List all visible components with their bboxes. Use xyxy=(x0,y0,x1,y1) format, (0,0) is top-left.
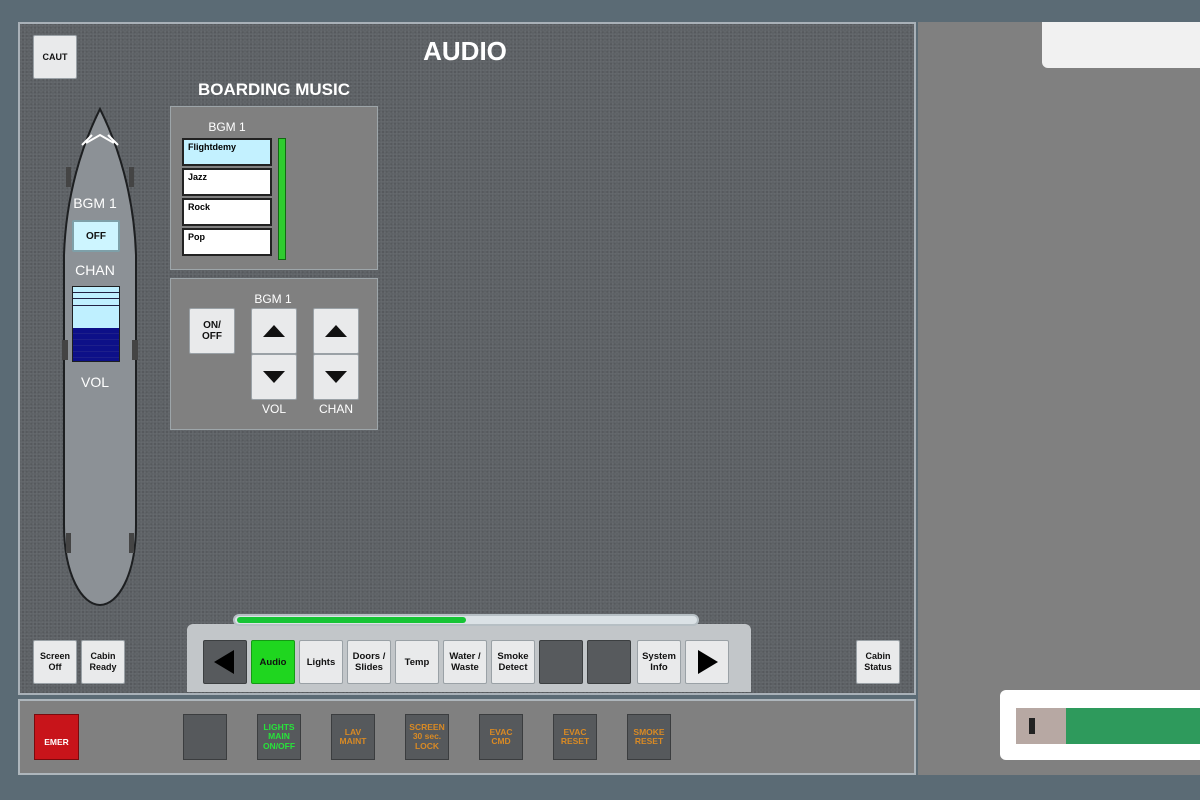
arrow-down-icon xyxy=(325,371,347,383)
arrow-down-icon xyxy=(263,371,285,383)
nav-system-info[interactable]: System Info xyxy=(637,640,681,684)
song-item[interactable]: Rock xyxy=(182,198,272,226)
strip-blank-button[interactable] xyxy=(183,714,227,760)
song-item[interactable]: Flightdemy xyxy=(182,138,272,166)
smoke-reset-button[interactable]: SMOKE RESET xyxy=(627,714,671,760)
channel-down-button[interactable] xyxy=(313,354,359,400)
cabin-ready-button[interactable]: Cabin Ready xyxy=(81,640,125,684)
arrow-up-icon xyxy=(263,325,285,337)
cabin-status-button[interactable]: Cabin Status xyxy=(856,640,900,684)
arrow-up-icon xyxy=(325,325,347,337)
lav-maint-button[interactable]: LAV MAINT xyxy=(331,714,375,760)
bottom-strip xyxy=(18,699,916,775)
nav-temp[interactable]: Temp xyxy=(395,640,439,684)
arrow-left-icon xyxy=(214,650,234,674)
volume-down-button[interactable] xyxy=(251,354,297,400)
screen-lock-button[interactable]: SCREEN 30 sec. LOCK xyxy=(405,714,449,760)
boarding-music-channel: BGM 1 xyxy=(208,120,246,134)
screen-off-button[interactable]: Screen Off xyxy=(33,640,77,684)
lights-main-button[interactable]: LIGHTS MAIN ON/OFF xyxy=(257,714,301,760)
right-side-area xyxy=(918,22,1200,775)
page-title: AUDIO xyxy=(423,36,507,66)
nav-prev-button[interactable] xyxy=(203,640,247,684)
top-right-widget xyxy=(1042,22,1200,68)
vol-label: VOL xyxy=(261,402,286,416)
caut-button[interactable]: CAUT xyxy=(33,35,77,79)
nav-water-waste[interactable]: Water / Waste xyxy=(443,640,487,684)
controls-channel-label: BGM 1 xyxy=(254,292,292,306)
nav-doors-slides[interactable]: Doors / Slides xyxy=(347,640,391,684)
nav-progress-fill xyxy=(237,617,466,623)
widget-tick xyxy=(1029,718,1035,734)
channel-up-button[interactable] xyxy=(313,308,359,354)
nav-blank-2[interactable] xyxy=(587,640,631,684)
volume-up-button[interactable] xyxy=(251,308,297,354)
nav-blank-1[interactable] xyxy=(539,640,583,684)
arrow-right-icon xyxy=(698,650,718,674)
main-panel xyxy=(18,22,916,695)
nav-lights[interactable]: Lights xyxy=(299,640,343,684)
onoff-button[interactable]: ON/ OFF xyxy=(189,308,235,354)
aircraft-vol-label: VOL xyxy=(80,374,109,390)
widget-grey-block xyxy=(1016,708,1068,744)
evac-cmd-button[interactable]: EVAC CMD xyxy=(479,714,523,760)
evac-reset-button[interactable]: EVAC RESET xyxy=(553,714,597,760)
aircraft-chan-label: CHAN xyxy=(75,262,115,278)
emer-label: EMER xyxy=(44,737,69,748)
song-item[interactable]: Pop xyxy=(182,228,272,256)
nav-smoke-detect[interactable]: Smoke Detect xyxy=(491,640,535,684)
widget-green-bar xyxy=(1066,708,1200,744)
boarding-music-title: BOARDING MUSIC xyxy=(197,80,351,99)
nav-next-button[interactable] xyxy=(685,640,729,684)
aircraft-bgm-label: BGM 1 xyxy=(73,195,117,211)
song-scrollbar[interactable] xyxy=(278,138,286,260)
emer-button[interactable]: EMER xyxy=(34,714,79,760)
song-item[interactable]: Jazz xyxy=(182,168,272,196)
bgm-off-indicator[interactable]: OFF xyxy=(72,220,120,252)
chan-label: CHAN xyxy=(318,402,353,416)
volume-meter xyxy=(72,286,120,362)
nav-audio[interactable]: Audio xyxy=(251,640,295,684)
